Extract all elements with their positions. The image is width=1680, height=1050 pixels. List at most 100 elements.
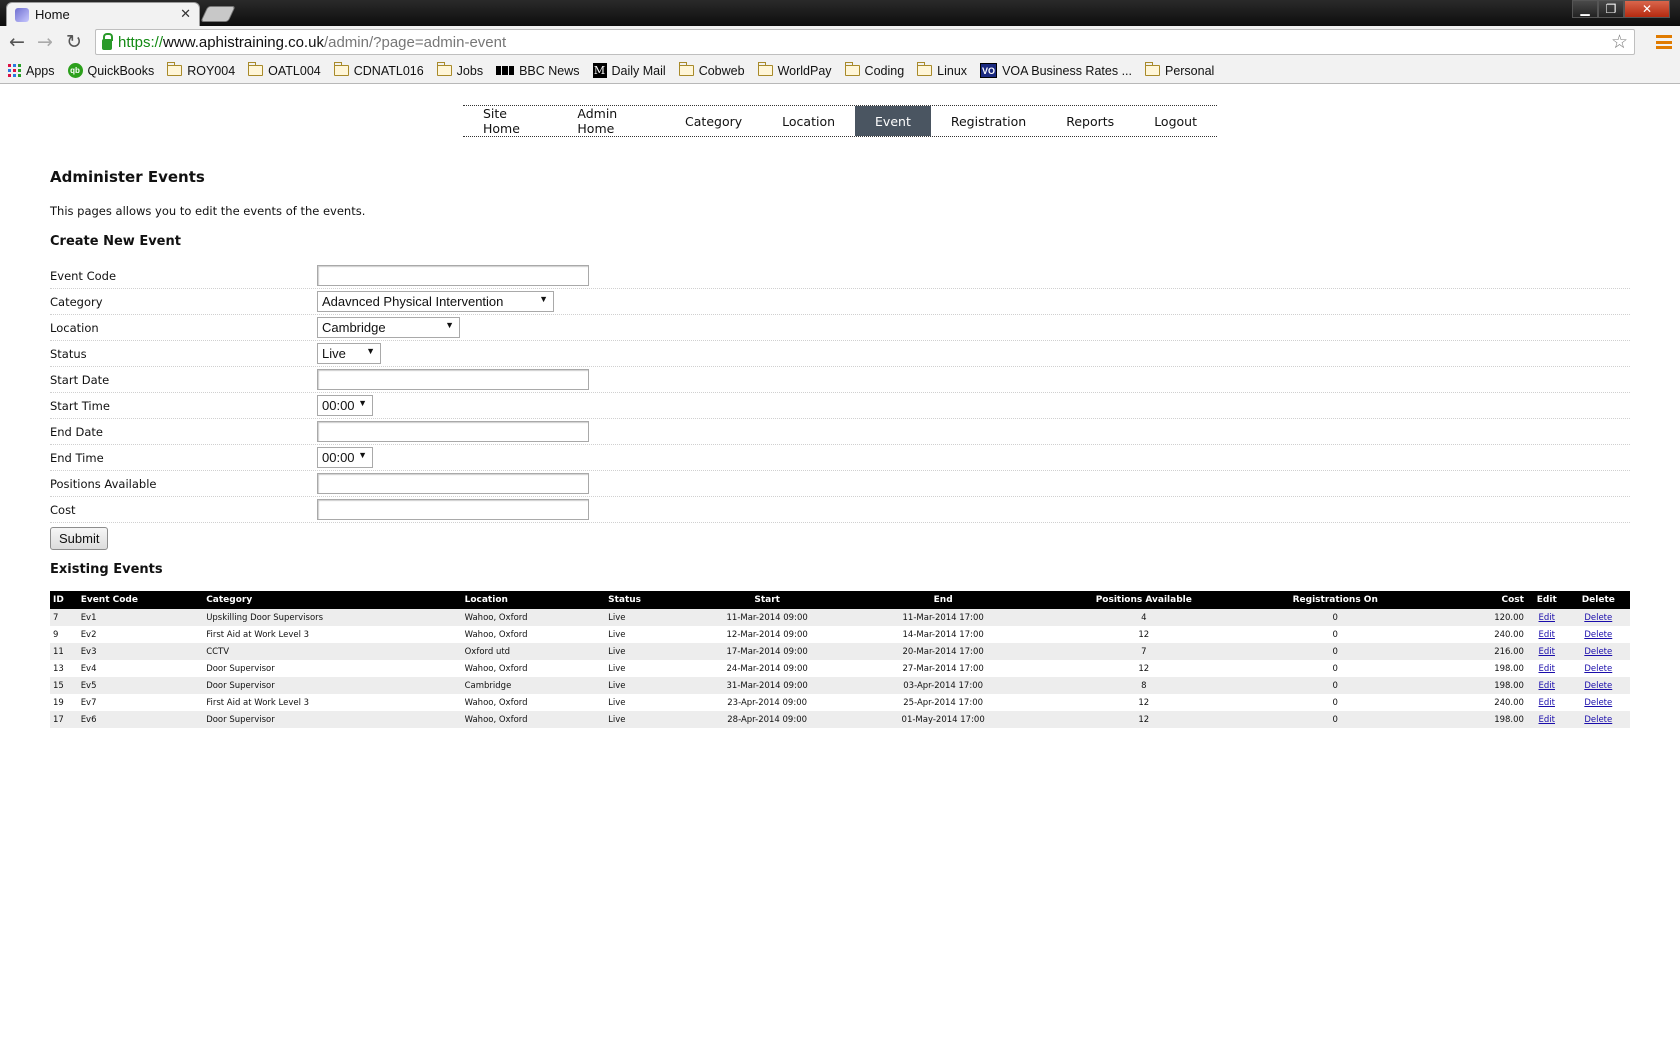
event-code-input[interactable] [317, 265, 589, 286]
folder-icon [167, 62, 183, 76]
url-scheme: https:// [118, 33, 164, 51]
main-content: Administer Events This pages allows you … [50, 168, 1630, 728]
start-time-select[interactable]: 00:00 ▼ [317, 395, 373, 416]
cell-category: Door Supervisor [203, 677, 462, 694]
status-select[interactable]: Live ▼ [317, 343, 381, 364]
nav-site-home[interactable]: Site Home [463, 106, 557, 136]
folder-icon [436, 62, 452, 76]
end-time-select[interactable]: 00:00 ▼ [317, 447, 373, 468]
tab-close-icon[interactable]: ✕ [180, 7, 191, 22]
bookmark-apps[interactable]: Apps [8, 64, 55, 78]
cell-category: First Aid at Work Level 3 [203, 626, 462, 643]
nav-registration[interactable]: Registration [931, 106, 1046, 136]
delete-link[interactable]: Delete [1584, 613, 1612, 623]
positions-row: Positions Available [50, 471, 1630, 497]
end-date-input[interactable] [317, 421, 589, 442]
edit-link[interactable]: Edit [1539, 681, 1555, 691]
cost-input[interactable] [317, 499, 589, 520]
col-positions: Positions Available [1045, 591, 1242, 609]
nav-event[interactable]: Event [855, 106, 931, 136]
bookmark-coding[interactable]: Coding [844, 62, 904, 78]
cell-cost: 198.00 [1428, 660, 1527, 677]
cell-location: Wahoo, Oxford [461, 609, 606, 626]
bookmark-bbc-news[interactable]: BBC News [496, 64, 580, 78]
existing-events-heading: Existing Events [50, 562, 163, 577]
bookmark-linux[interactable]: Linux [917, 62, 967, 78]
cell-end: 27-Mar-2014 17:00 [840, 660, 1046, 677]
cell-registrations: 0 [1241, 626, 1429, 643]
delete-link[interactable]: Delete [1584, 698, 1612, 708]
bookmark-worldpay[interactable]: WorldPay [757, 62, 832, 78]
category-select[interactable]: Adavnced Physical Intervention ▼ [317, 291, 554, 312]
bookmark-cdnatl016[interactable]: CDNATL016 [333, 62, 424, 78]
start-date-input[interactable] [317, 369, 589, 390]
bookmark-star-icon[interactable]: ☆ [1611, 31, 1628, 53]
bookmark-daily-mail[interactable]: M Daily Mail [592, 63, 666, 78]
cost-row: Cost [50, 497, 1630, 523]
window-close-icon[interactable]: ✕ [1624, 0, 1670, 18]
start-date-label: Start Date [50, 372, 110, 387]
edit-link[interactable]: Edit [1539, 698, 1555, 708]
edit-link[interactable]: Edit [1539, 715, 1555, 725]
bookmark-roy004[interactable]: ROY004 [167, 62, 235, 78]
cell-location: Wahoo, Oxford [461, 660, 606, 677]
cell-location: Wahoo, Oxford [461, 626, 606, 643]
page-intro: This pages allows you to edit the events… [50, 204, 366, 218]
delete-link[interactable]: Delete [1584, 630, 1612, 640]
delete-link[interactable]: Delete [1584, 664, 1612, 674]
cell-event-code: Ev2 [77, 626, 204, 643]
cell-end: 25-Apr-2014 17:00 [840, 694, 1046, 711]
bookmark-voa-business-rates[interactable]: VO VOA Business Rates ... [980, 63, 1132, 78]
browser-tab[interactable]: Home ✕ [6, 2, 200, 26]
voa-icon: VO [980, 63, 998, 78]
edit-link[interactable]: Edit [1539, 664, 1555, 674]
edit-link[interactable]: Edit [1539, 613, 1555, 623]
positions-input[interactable] [317, 473, 589, 494]
bookmark-jobs[interactable]: Jobs [436, 62, 483, 78]
end-date-row: End Date [50, 419, 1630, 445]
bookmark-quickbooks[interactable]: qb QuickBooks [67, 63, 154, 78]
back-arrow-icon[interactable]: ← [6, 31, 28, 53]
delete-link[interactable]: Delete [1584, 681, 1612, 691]
delete-link[interactable]: Delete [1584, 715, 1612, 725]
nav-location[interactable]: Location [762, 106, 855, 136]
edit-link[interactable]: Edit [1539, 647, 1555, 657]
submit-button[interactable]: Submit [50, 527, 109, 550]
chrome-menu-icon[interactable] [1656, 32, 1672, 52]
event-code-row: Event Code [50, 263, 1630, 289]
col-registrations: Registrations On [1241, 591, 1429, 609]
nav-logout[interactable]: Logout [1134, 106, 1217, 136]
browser-toolbar: ← → ↻ https://www.aphistraining.co.uk/ad… [0, 26, 1680, 58]
cell-delete: Delete [1566, 660, 1630, 677]
cell-start: 17-Mar-2014 09:00 [693, 643, 841, 660]
positions-label: Positions Available [50, 476, 157, 491]
events-table-body: 7 Ev1 Upskilling Door Supervisors Wahoo, Ox… [50, 609, 1630, 728]
address-bar[interactable]: https://www.aphistraining.co.uk/admin/?p… [95, 29, 1635, 55]
delete-link[interactable]: Delete [1584, 647, 1612, 657]
bookmark-personal[interactable]: Personal [1144, 62, 1214, 78]
col-event-code: Event Code [77, 591, 204, 609]
nav-admin-home[interactable]: Admin Home [557, 106, 665, 136]
bookmark-oatl004[interactable]: OATL004 [248, 62, 321, 78]
event-code-label: Event Code [50, 268, 117, 283]
status-label: Status [50, 346, 87, 361]
edit-link[interactable]: Edit [1539, 630, 1555, 640]
minimize-icon[interactable]: ▁ [1572, 0, 1598, 18]
restore-icon[interactable]: ❐ [1598, 0, 1624, 18]
cell-end: 01-May-2014 17:00 [840, 711, 1046, 728]
location-select[interactable]: Cambridge ▼ [317, 317, 460, 338]
cell-start: 31-Mar-2014 09:00 [693, 677, 841, 694]
reload-icon[interactable]: ↻ [63, 31, 85, 53]
nav-reports[interactable]: Reports [1046, 106, 1134, 136]
end-date-label: End Date [50, 424, 103, 439]
nav-category[interactable]: Category [665, 106, 762, 136]
cell-edit: Edit [1526, 609, 1567, 626]
cell-delete: Delete [1566, 694, 1630, 711]
cell-registrations: 0 [1241, 660, 1429, 677]
new-tab-button[interactable] [200, 6, 236, 22]
cell-status: Live [605, 609, 694, 626]
cell-category: Door Supervisor [203, 660, 462, 677]
forward-arrow-icon[interactable]: → [34, 31, 56, 53]
cell-edit: Edit [1526, 677, 1567, 694]
bookmark-cobweb[interactable]: Cobweb [678, 62, 745, 78]
